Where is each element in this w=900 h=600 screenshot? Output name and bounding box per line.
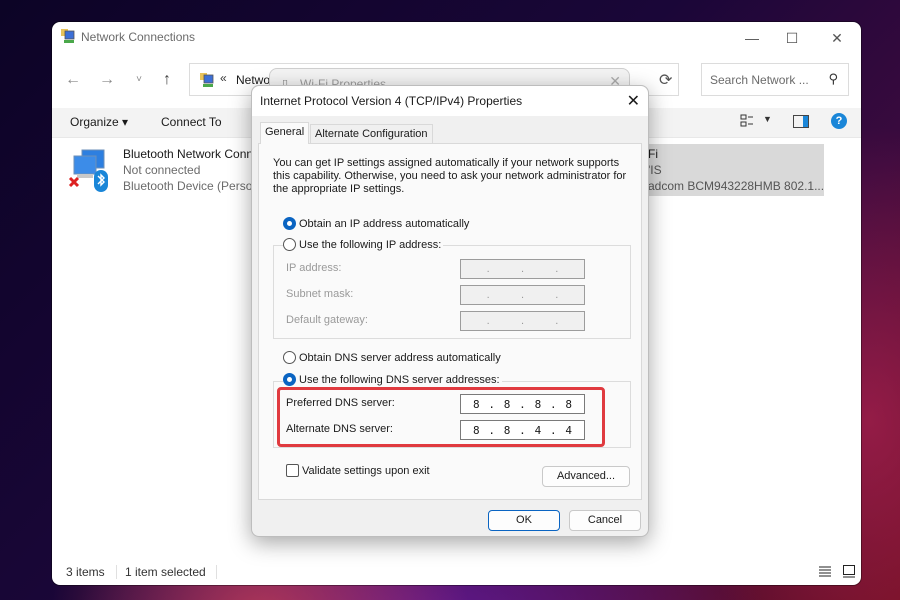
search-icon[interactable]: ⚲ xyxy=(828,71,838,87)
octet-separator: . xyxy=(549,423,557,437)
general-tab-panel: You can get IP settings assigned automat… xyxy=(258,143,642,500)
radio-button[interactable] xyxy=(283,351,296,364)
use-following-ip-radio[interactable]: Use the following IP address: xyxy=(283,238,444,251)
item-count: 3 items xyxy=(66,565,105,579)
validate-settings-checkbox[interactable]: Validate settings upon exit xyxy=(286,464,430,477)
checkbox-label: Validate settings upon exit xyxy=(302,464,430,477)
connection-status: 'IS xyxy=(648,163,662,177)
selection-count: 1 item selected xyxy=(125,565,206,579)
back-button[interactable]: ← xyxy=(62,70,84,90)
close-icon[interactable]: ✕ xyxy=(627,91,640,111)
octet-separator: . xyxy=(519,397,526,411)
octet[interactable]: 8 xyxy=(473,424,480,437)
connection-name: Fi xyxy=(648,147,658,161)
help-icon[interactable]: ? xyxy=(831,113,847,129)
alternate-dns-field[interactable]: 8 . 8 . 4 . 4 xyxy=(460,420,585,440)
connect-to-button[interactable]: Connect To xyxy=(161,115,222,129)
subnet-mask-label: Subnet mask: xyxy=(286,288,354,300)
bluetooth-network-icon xyxy=(68,149,108,192)
recent-locations-button[interactable]: ˅ xyxy=(128,70,150,90)
octet[interactable]: 8 xyxy=(565,398,572,411)
network-connections-icon xyxy=(61,29,75,43)
ipv4-properties-dialog: Internet Protocol Version 4 (TCP/IPv4) P… xyxy=(251,85,649,537)
radio-label: Use the following IP address: xyxy=(299,238,442,251)
connection-status: Not connected xyxy=(123,163,201,177)
octet[interactable]: 4 xyxy=(535,424,542,437)
organize-menu[interactable]: Organize ▾ xyxy=(70,115,128,129)
default-gateway-field: ... xyxy=(460,311,585,331)
default-gateway-label: Default gateway: xyxy=(286,314,368,326)
checkbox[interactable] xyxy=(286,464,299,477)
radio-button[interactable] xyxy=(283,217,296,230)
up-button[interactable]: ↑ xyxy=(156,70,178,90)
ok-button[interactable]: OK xyxy=(488,510,560,531)
connection-item-bluetooth[interactable]: Bluetooth Network Conn Not connected Blu… xyxy=(66,144,260,196)
preview-pane-icon[interactable] xyxy=(793,115,809,128)
connection-item-wifi[interactable]: Fi 'IS adcom BCM943228HMB 802.1... xyxy=(646,144,824,196)
octet-separator: . xyxy=(488,397,496,411)
intro-text: You can get IP settings assigned automat… xyxy=(273,157,627,195)
preferred-dns-label: Preferred DNS server: xyxy=(286,397,395,409)
view-options-dropdown[interactable]: ▼ xyxy=(763,114,772,124)
forward-button[interactable]: → xyxy=(96,70,118,90)
subnet-mask-field: ... xyxy=(460,285,585,305)
octet-separator: . xyxy=(549,397,557,411)
radio-button[interactable] xyxy=(283,238,296,251)
obtain-ip-auto-radio[interactable]: Obtain an IP address automatically xyxy=(283,217,472,230)
dialog-title: Internet Protocol Version 4 (TCP/IPv4) P… xyxy=(260,94,523,108)
network-connections-icon xyxy=(200,73,214,87)
status-divider xyxy=(216,565,217,579)
ip-address-label: IP address: xyxy=(286,262,342,274)
radio-label: Use the following DNS server addresses: xyxy=(299,373,500,386)
connection-device: Bluetooth Device (Person xyxy=(123,179,260,193)
obtain-dns-auto-radio[interactable]: Obtain DNS server address automatically xyxy=(283,351,503,364)
octet-separator: . xyxy=(519,423,526,437)
connection-name: Bluetooth Network Conn xyxy=(123,147,254,161)
breadcrumb-overflow-icon[interactable]: « xyxy=(220,71,227,85)
radio-label: Obtain an IP address automatically xyxy=(299,217,470,230)
radio-label: Obtain DNS server address automatically xyxy=(299,351,501,364)
octet[interactable]: 8 xyxy=(504,398,511,411)
search-input[interactable]: Search Network ... ⚲ xyxy=(701,63,849,96)
octet-separator: . xyxy=(488,423,496,437)
octet[interactable]: 8 xyxy=(473,398,480,411)
refresh-icon[interactable]: ⟳ xyxy=(659,70,672,90)
ip-address-field: ... xyxy=(460,259,585,279)
radio-button[interactable] xyxy=(283,373,296,386)
title-bar[interactable]: Network Connections — ☐ ✕ xyxy=(52,22,861,52)
octet[interactable]: 8 xyxy=(504,424,511,437)
octet[interactable]: 4 xyxy=(565,424,572,437)
alternate-dns-label: Alternate DNS server: xyxy=(286,423,393,435)
dialog-title-bar[interactable]: Internet Protocol Version 4 (TCP/IPv4) P… xyxy=(252,86,648,116)
details-view-icon[interactable] xyxy=(818,565,832,578)
change-view-icon[interactable] xyxy=(740,114,754,128)
window-title: Network Connections xyxy=(81,30,196,44)
close-button[interactable]: ✕ xyxy=(817,26,857,50)
tab-alternate-configuration[interactable]: Alternate Configuration xyxy=(310,124,433,144)
status-divider xyxy=(116,565,117,579)
minimize-button[interactable]: — xyxy=(732,26,772,50)
octet[interactable]: 8 xyxy=(535,398,542,411)
use-following-dns-radio[interactable]: Use the following DNS server addresses: xyxy=(283,373,502,386)
tab-general[interactable]: General xyxy=(260,122,310,144)
search-placeholder: Search Network ... xyxy=(710,73,809,87)
maximize-button[interactable]: ☐ xyxy=(772,26,812,50)
preferred-dns-field[interactable]: 8 . 8 . 8 . 8 xyxy=(460,394,585,414)
cancel-button[interactable]: Cancel xyxy=(569,510,641,531)
connection-device: adcom BCM943228HMB 802.1... xyxy=(648,179,825,193)
large-icons-view-icon[interactable] xyxy=(842,564,856,578)
advanced-button[interactable]: Advanced... xyxy=(542,466,630,487)
status-bar: 3 items 1 item selected xyxy=(52,559,861,585)
